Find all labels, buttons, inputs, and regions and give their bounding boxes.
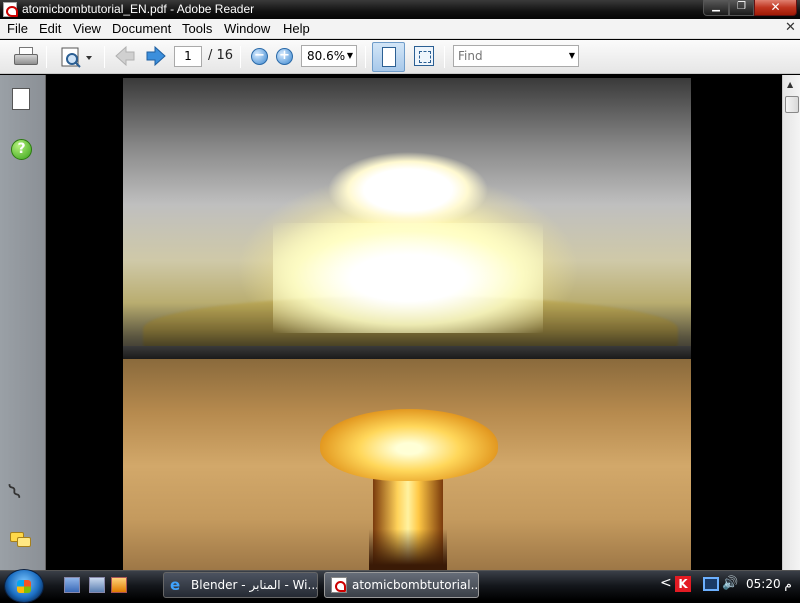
- help-icon[interactable]: ?: [11, 139, 32, 160]
- zoom-level-select[interactable]: 80.6% ▼: [301, 45, 357, 67]
- attachments-icon[interactable]: ⌇: [4, 479, 27, 506]
- menu-file[interactable]: File: [7, 21, 28, 36]
- menu-window[interactable]: Window: [224, 21, 270, 36]
- vertical-scrollbar[interactable]: ▲: [782, 75, 800, 570]
- toolbar-separator: [104, 46, 105, 68]
- adobe-reader-icon: [3, 2, 18, 17]
- fit-width-icon: [382, 47, 396, 67]
- taskbar-item-label: atomicbombtutorial...: [352, 578, 479, 592]
- find-box[interactable]: ▼: [453, 45, 579, 67]
- antivirus-icon[interactable]: K: [675, 576, 691, 592]
- start-button[interactable]: [4, 569, 44, 603]
- chevron-down-icon: ▼: [346, 51, 353, 60]
- menu-tools[interactable]: Tools: [182, 21, 212, 36]
- find-input[interactable]: [454, 46, 564, 66]
- chevron-down-icon[interactable]: ▼: [569, 51, 575, 60]
- taskbar-item-browser[interactable]: e Blender - المنابر - Wi...: [163, 572, 318, 598]
- zoom-in-icon[interactable]: +: [276, 48, 293, 65]
- menu-view[interactable]: View: [73, 21, 101, 36]
- pdf-icon: [331, 577, 347, 593]
- zoom-level-value: 80.6%: [307, 49, 346, 63]
- page-number-input[interactable]: 1: [174, 46, 202, 67]
- title-bar: atomicbombtutorial_EN.pdf - Adobe Reader…: [0, 0, 800, 19]
- maximize-button[interactable]: ❐: [729, 0, 754, 16]
- volume-icon[interactable]: 🔊: [722, 576, 738, 591]
- navigation-panel: ? ⌇: [0, 75, 46, 570]
- menu-bar: File Edit View Document Tools Window Hel…: [0, 19, 800, 39]
- toolbar-separator: [46, 46, 47, 68]
- taskbar-item-reader[interactable]: atomicbombtutorial...: [324, 572, 479, 598]
- toolbar-separator: [365, 46, 366, 68]
- page-total: / 16: [208, 48, 234, 63]
- close-button[interactable]: ✕: [754, 0, 797, 16]
- switch-windows-icon[interactable]: [89, 577, 105, 593]
- menu-edit[interactable]: Edit: [39, 21, 61, 36]
- document-viewport[interactable]: [47, 75, 782, 570]
- print-icon[interactable]: [13, 45, 39, 69]
- fit-page-icon[interactable]: [414, 46, 434, 66]
- menu-document[interactable]: Document: [112, 21, 171, 36]
- search-document-icon[interactable]: [58, 45, 96, 69]
- network-icon[interactable]: [703, 577, 719, 591]
- comments-icon[interactable]: [10, 532, 32, 548]
- tray-expand-icon[interactable]: <: [660, 575, 672, 591]
- minimize-button[interactable]: ▁: [703, 0, 729, 16]
- document-close-icon[interactable]: ✕: [785, 20, 796, 35]
- scrollbar-thumb[interactable]: [785, 96, 799, 113]
- pdf-page: [123, 78, 691, 570]
- menu-help[interactable]: Help: [283, 21, 310, 36]
- next-page-icon[interactable]: [145, 45, 167, 69]
- fit-width-button[interactable]: [372, 42, 405, 72]
- zoom-out-icon[interactable]: −: [251, 48, 268, 65]
- clock[interactable]: 05:20 م: [746, 577, 792, 591]
- scroll-up-icon[interactable]: ▲: [787, 80, 793, 89]
- toolbar-separator: [444, 46, 445, 68]
- previous-page-icon[interactable]: [114, 45, 136, 69]
- mushroom-cloud-grayscale-image: [123, 78, 691, 359]
- media-player-icon[interactable]: [111, 577, 127, 593]
- taskbar-item-label: Blender - المنابر - Wi...: [191, 578, 318, 592]
- mushroom-cloud-orange-image: [123, 359, 691, 570]
- internet-explorer-icon: e: [170, 576, 181, 594]
- show-desktop-icon[interactable]: [64, 577, 80, 593]
- toolbar-separator: [240, 46, 241, 68]
- window-title: atomicbombtutorial_EN.pdf - Adobe Reader: [22, 2, 255, 16]
- pages-icon[interactable]: [8, 85, 30, 110]
